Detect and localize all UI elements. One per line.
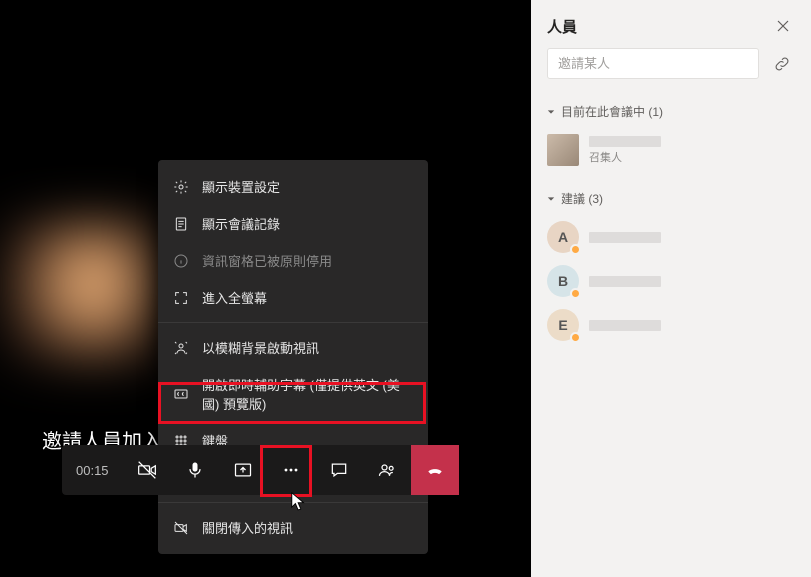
menu-info-disabled: 資訊窗格已被原則停用 <box>158 242 428 279</box>
copy-link-button[interactable] <box>769 51 795 77</box>
menu-blur-background[interactable]: 以模糊背景啟動視訊 <box>158 329 428 366</box>
meeting-toolbar: 00:15 <box>62 445 459 495</box>
avatar: B <box>547 265 579 297</box>
panel-title: 人員 <box>547 16 577 37</box>
gear-icon <box>172 178 190 196</box>
call-timer: 00:15 <box>62 463 123 478</box>
share-icon <box>233 460 253 480</box>
share-screen-button[interactable] <box>219 445 267 495</box>
notes-icon <box>172 215 190 233</box>
blur-icon <box>172 339 190 357</box>
menu-label: 開啟即時輔助字幕 (僅提供英文 (美國) 預覽版) <box>202 375 414 413</box>
section-label: 建議 (3) <box>561 190 603 207</box>
people-button[interactable] <box>363 445 411 495</box>
suggestion-row[interactable]: B <box>547 259 795 303</box>
chevron-down-icon <box>547 195 555 203</box>
link-icon <box>773 55 791 73</box>
incoming-video-off-icon <box>172 519 190 537</box>
meeting-area: 邀請人員加入 顯示裝置設定 顯示會議記錄 資訊窗格已被原則停用 進入全螢幕 以模… <box>0 0 531 577</box>
suggestion-name-redacted <box>589 276 661 287</box>
menu-label: 顯示裝置設定 <box>202 177 280 196</box>
cc-icon <box>172 385 190 403</box>
participant-name-redacted <box>589 136 661 147</box>
chevron-down-icon <box>547 108 555 116</box>
cursor-pointer-icon <box>290 491 308 513</box>
menu-live-captions[interactable]: 開啟即時輔助字幕 (僅提供英文 (美國) 預覽版) <box>158 366 428 422</box>
people-panel: 人員 目前在此會議中 (1) 召集人 建議 (3) A <box>531 0 811 577</box>
invite-input[interactable] <box>547 48 759 79</box>
ellipsis-icon <box>281 460 301 480</box>
camera-toggle-button[interactable] <box>123 445 171 495</box>
hangup-button[interactable] <box>411 445 459 495</box>
hangup-icon <box>425 460 445 480</box>
presence-away-icon <box>570 288 581 299</box>
camera-off-icon <box>137 460 157 480</box>
presence-away-icon <box>570 332 581 343</box>
menu-label: 進入全螢幕 <box>202 288 267 307</box>
menu-label: 資訊窗格已被原則停用 <box>202 251 332 270</box>
menu-label: 關閉傳入的視訊 <box>202 518 293 537</box>
chat-icon <box>329 460 349 480</box>
presence-away-icon <box>570 244 581 255</box>
mic-toggle-button[interactable] <box>171 445 219 495</box>
suggestion-name-redacted <box>589 232 661 243</box>
avatar: E <box>547 309 579 341</box>
more-actions-button[interactable] <box>267 445 315 495</box>
people-icon <box>377 460 397 480</box>
info-icon <box>172 252 190 270</box>
section-in-meeting[interactable]: 目前在此會議中 (1) <box>547 103 795 120</box>
fullscreen-icon <box>172 289 190 307</box>
suggestion-name-redacted <box>589 320 661 331</box>
participant-video-placeholder <box>0 218 155 365</box>
close-panel-button[interactable] <box>771 14 795 38</box>
menu-separator <box>158 322 428 323</box>
suggestion-row[interactable]: A <box>547 215 795 259</box>
mic-icon <box>185 460 205 480</box>
menu-label: 顯示會議記錄 <box>202 214 280 233</box>
chat-button[interactable] <box>315 445 363 495</box>
menu-device-settings[interactable]: 顯示裝置設定 <box>158 168 428 205</box>
participant-role: 召集人 <box>589 149 661 165</box>
suggestion-row[interactable]: E <box>547 303 795 347</box>
avatar: A <box>547 221 579 253</box>
section-label: 目前在此會議中 (1) <box>561 103 663 120</box>
section-suggestions[interactable]: 建議 (3) <box>547 190 795 207</box>
participant-row[interactable]: 召集人 <box>547 128 795 172</box>
avatar <box>547 134 579 166</box>
menu-meeting-notes[interactable]: 顯示會議記錄 <box>158 205 428 242</box>
menu-fullscreen[interactable]: 進入全螢幕 <box>158 279 428 316</box>
close-icon <box>777 20 789 32</box>
menu-label: 以模糊背景啟動視訊 <box>202 338 319 357</box>
menu-stop-incoming-video[interactable]: 關閉傳入的視訊 <box>158 509 428 546</box>
